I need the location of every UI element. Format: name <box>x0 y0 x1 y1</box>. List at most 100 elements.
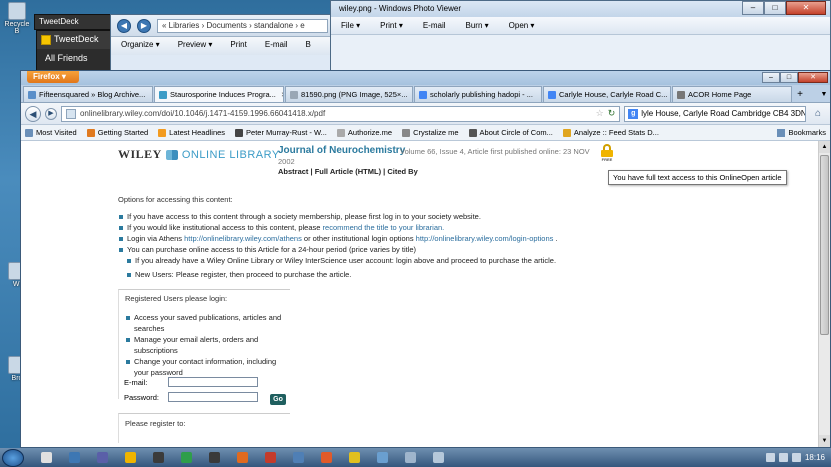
reload-icon[interactable]: ↻ <box>608 108 616 119</box>
new-tab-button[interactable]: + <box>793 88 807 102</box>
tab-acor[interactable]: ACOR Home Page <box>672 86 792 102</box>
taskbar-app-button[interactable] <box>232 450 252 466</box>
forward-arrow-icon[interactable]: ▶ <box>137 18 151 33</box>
google-search-engine-icon[interactable]: g <box>628 108 639 119</box>
scrollbar-thumb[interactable] <box>820 155 829 335</box>
bookmark-crystalize-me[interactable]: Crystalize me <box>402 128 459 137</box>
tab-scholarly-publishing[interactable]: scholarly publishing hadopi - ... <box>414 86 542 102</box>
taskbar-app-button[interactable] <box>372 450 392 466</box>
taskbar-app-button[interactable] <box>148 450 168 466</box>
taskbar-app-button[interactable] <box>288 450 308 466</box>
file-menu[interactable]: File ▾ <box>341 21 360 30</box>
close-button[interactable]: ✕ <box>798 72 828 83</box>
recycle-bin-icon[interactable]: Recycle B <box>4 2 30 35</box>
taskbar-app-button[interactable] <box>204 450 224 466</box>
app-icon <box>208 452 220 463</box>
minimize-button[interactable]: – <box>762 72 780 83</box>
site-identity-icon[interactable] <box>65 108 76 119</box>
tray-icon[interactable] <box>765 453 775 462</box>
print-menu[interactable]: Print ▾ <box>380 21 403 30</box>
close-button[interactable]: ✕ <box>786 1 826 15</box>
google-maps-favicon-icon <box>548 90 556 99</box>
tab-list-dropdown-icon[interactable]: ▼ <box>818 88 830 102</box>
institutional-login-link[interactable]: http://onlinelibrary.wiley.com/login-opt… <box>416 234 554 243</box>
taskbar-app-button[interactable] <box>400 450 420 466</box>
journal-title[interactable]: Journal of Neurochemistry <box>278 145 405 156</box>
burn-command[interactable]: B <box>306 40 311 52</box>
volume-icon[interactable] <box>791 453 801 462</box>
firefox-window[interactable]: Firefox ▾ – □ ✕ Fifteensquared » Blog Ar… <box>20 70 831 448</box>
explorer-window[interactable]: ◀ ▶ « Libraries › Documents › standalone… <box>110 14 335 74</box>
bookmark-circle-of-com[interactable]: About Circle of Com... <box>468 128 553 137</box>
free-label: FREE <box>601 157 613 162</box>
recommend-librarian-link[interactable]: recommend the title to your librarian. <box>323 223 445 232</box>
firefox-menu-button[interactable]: Firefox ▾ <box>27 71 79 83</box>
taskbar-app-button[interactable] <box>260 450 280 466</box>
maximize-button[interactable]: □ <box>780 72 798 83</box>
taskbar-app-button[interactable] <box>92 450 112 466</box>
photo-viewer-window[interactable]: wiley.png - Windows Photo Viewer – □ ✕ F… <box>330 0 831 74</box>
minimize-button[interactable]: – <box>742 1 764 15</box>
taskbar-app-button[interactable] <box>316 450 336 466</box>
tweetdeck-window[interactable]: TweetDeck All Friends <box>36 30 116 74</box>
article-links[interactable]: Abstract | Full Article (HTML) | Cited B… <box>278 167 418 176</box>
search-input[interactable]: lyle House, Carlyle Road Cambridge CB4 3… <box>641 109 805 118</box>
taskbar-app-button[interactable] <box>120 450 140 466</box>
taskbar-app-button[interactable] <box>64 450 84 466</box>
tab-staurosporine[interactable]: Staurosporine Induces Progra... ✕ <box>154 86 284 102</box>
close-tab-icon[interactable]: ✕ <box>279 91 283 99</box>
taskbar-app-button[interactable] <box>176 450 196 466</box>
taskbar-app-button[interactable] <box>36 450 56 466</box>
back-button[interactable]: ◀ <box>25 105 41 122</box>
back-arrow-icon[interactable]: ◀ <box>117 18 131 33</box>
search-bar[interactable]: g lyle House, Carlyle Road Cambridge CB4… <box>624 105 807 122</box>
bookmark-getting-started[interactable]: Getting Started <box>86 128 148 137</box>
scroll-down-icon[interactable]: ▼ <box>819 435 830 447</box>
tab-fifteensquared[interactable]: Fifteensquared » Blog Archive... <box>23 86 153 102</box>
forward-button[interactable]: ▶ <box>44 107 57 120</box>
email-menu[interactable]: E-mail <box>423 21 446 30</box>
taskbar-app-button[interactable] <box>428 450 448 466</box>
bookmark-star-icon[interactable]: ☆ <box>596 108 604 119</box>
tab-label: Carlyle House, Carlyle Road C... <box>559 90 668 99</box>
clock[interactable]: 18:16 <box>805 453 825 462</box>
burn-menu[interactable]: Burn ▾ <box>466 21 489 30</box>
app-icon <box>376 452 388 463</box>
bookmark-feed-stats[interactable]: Analyze :: Feed Stats D... <box>562 128 659 137</box>
bookmark-latest-headlines[interactable]: Latest Headlines <box>158 128 225 137</box>
maximize-button[interactable]: □ <box>764 1 786 15</box>
list-item: Manage your email alerts, orders and sub… <box>125 334 284 356</box>
list-item: You can purchase online access to this A… <box>118 244 588 255</box>
tab-carlyle-house[interactable]: Carlyle House, Carlyle Road C... <box>543 86 671 102</box>
bookmark-authorize-me[interactable]: Authorize.me <box>336 128 392 137</box>
preview-menu[interactable]: Preview ▾ <box>178 40 213 52</box>
explorer-address-bar[interactable]: « Libraries › Documents › standalone › e <box>157 18 328 33</box>
print-command[interactable]: Print <box>230 40 246 52</box>
email-label: E-mail: <box>124 377 148 387</box>
home-icon[interactable]: ⌂ <box>810 106 826 122</box>
athens-login-link[interactable]: http://onlinelibrary.wiley.com/athens <box>184 234 302 243</box>
go-button[interactable]: Go <box>270 394 286 405</box>
organize-menu[interactable]: Organize ▾ <box>121 40 160 52</box>
bookmark-label: Peter Murray-Rust - W... <box>246 128 327 137</box>
tweetdeck-notification[interactable]: TweetDeck <box>34 14 116 30</box>
bookmarks-menu-button[interactable]: Bookmarks <box>777 128 826 137</box>
bookmark-most-visited[interactable]: Most Visited <box>25 128 77 137</box>
password-field[interactable] <box>168 392 258 402</box>
tweetdeck-column[interactable]: All Friends <box>37 49 115 67</box>
start-button[interactable] <box>2 448 24 467</box>
scroll-up-icon[interactable]: ▲ <box>819 141 830 153</box>
lock-body <box>601 150 613 157</box>
network-icon[interactable] <box>778 453 788 462</box>
taskbar-app-button[interactable] <box>344 450 364 466</box>
url-bar[interactable]: onlinelibrary.wiley.com/doi/10.1046/j.14… <box>60 105 621 122</box>
app-icon <box>96 452 108 463</box>
email-field[interactable] <box>168 377 258 387</box>
bookmark-label: About Circle of Com... <box>479 128 553 137</box>
email-command[interactable]: E-mail <box>265 40 288 52</box>
bookmark-peter-murray-rust[interactable]: Peter Murray-Rust - W... <box>235 128 327 137</box>
wiley-online-library-logo[interactable]: WILEY ONLINE LIBRARY <box>118 147 280 162</box>
vertical-scrollbar[interactable]: ▲ ▼ <box>818 141 830 447</box>
open-menu[interactable]: Open ▾ <box>509 21 535 30</box>
tab-png-image[interactable]: 81590.png (PNG Image, 525×... <box>285 86 413 102</box>
